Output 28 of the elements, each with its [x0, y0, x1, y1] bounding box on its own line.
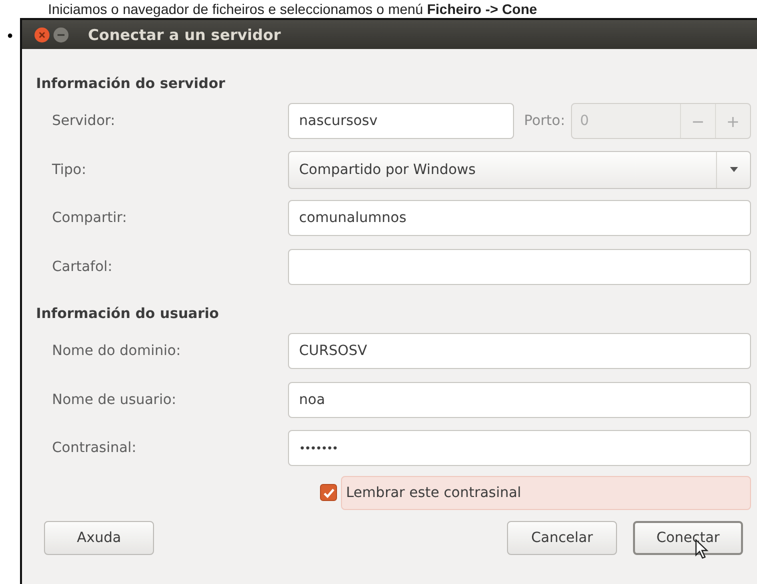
text-field[interactable]: noa [288, 382, 751, 418]
text-field[interactable]: CURSOSV [288, 333, 751, 370]
field-label: Cartafol: [51, 258, 114, 275]
text-field[interactable] [288, 248, 751, 285]
caret-icon [730, 167, 738, 172]
field-label: Nome de usuario: [51, 392, 178, 408]
help-button[interactable]: Axuda [44, 520, 154, 554]
intro-text: Iniciamos o navegador de ficheiros e seleccionamos o menú Ficheiro -> Cone [48, 1, 538, 17]
password-field[interactable]: ••••••• [288, 430, 751, 466]
section-heading: Información do usuario [36, 305, 220, 324]
close-icon[interactable] [34, 26, 50, 42]
remember-checkbox[interactable] [320, 484, 337, 501]
section-heading: Información do servidor [36, 75, 226, 94]
field-label: Nome do dominio: [51, 343, 182, 360]
text-field[interactable]: comunalumnos [288, 200, 751, 236]
window-title: Conectar a un servidor [88, 26, 281, 44]
field-label: Servidor: [51, 113, 116, 130]
field-label: Tipo: [51, 162, 88, 178]
remember-password-label[interactable]: Lembrar este contrasinal [341, 476, 751, 510]
text-field[interactable]: nascursosv [288, 103, 514, 140]
cancel-button[interactable]: Cancelar [507, 520, 617, 554]
field-label: Compartir: [51, 210, 128, 226]
type-dropdown[interactable]: Compartido por Windows [288, 150, 751, 189]
connect-button[interactable]: Conectar [633, 520, 743, 554]
field-label: Contrasinal: [51, 440, 138, 456]
minimize-icon[interactable] [53, 26, 69, 42]
bullet: • [6, 27, 14, 47]
port-label: Porto: [524, 113, 566, 130]
